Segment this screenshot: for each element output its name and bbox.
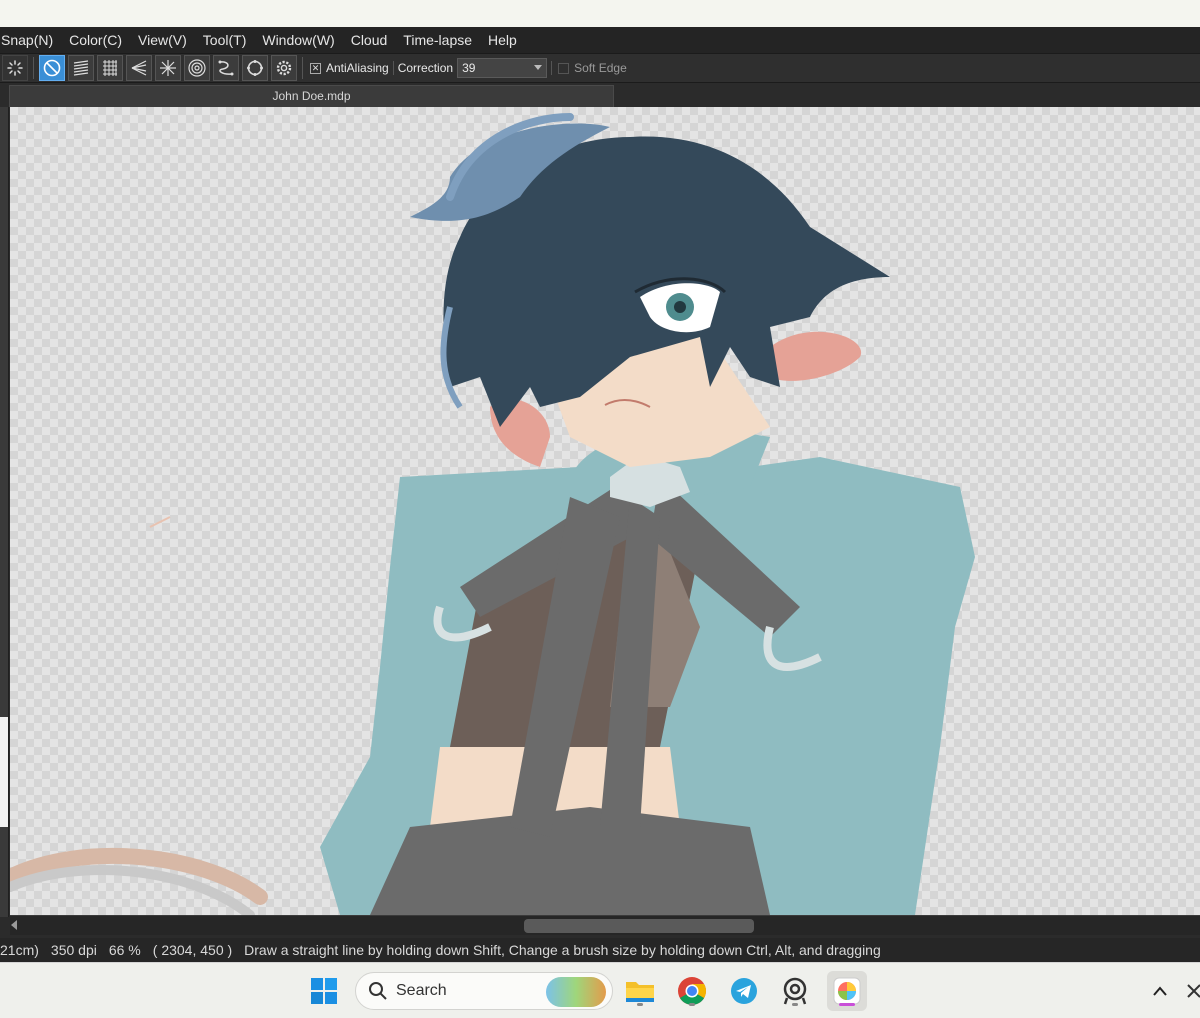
running-indicator: [689, 1003, 695, 1006]
panel-swatch: [0, 717, 8, 827]
search-highlight-image: [546, 977, 606, 1007]
search-label: Search: [396, 982, 447, 999]
menu-help[interactable]: Help: [480, 27, 525, 53]
menu-tool[interactable]: Tool(T): [195, 27, 255, 53]
windows-logo-icon: [311, 978, 337, 1004]
grid-snap-button[interactable]: [97, 55, 123, 81]
no-snap-icon: [43, 59, 61, 77]
radial-lines-icon: [160, 60, 176, 76]
correction-value: 39: [462, 61, 476, 75]
active-app-indicator: [839, 1003, 855, 1006]
toolbar-separator: [302, 57, 303, 79]
status-bar: 21cm) 350 dpi 66 % ( 2304, 450 ) Draw a …: [0, 938, 1200, 962]
parallel-snap-button[interactable]: [68, 55, 94, 81]
toolbar-separator: [551, 61, 553, 75]
circle-snap-button[interactable]: [242, 55, 268, 81]
left-panel-edge: [0, 107, 9, 917]
paint-app-icon: [833, 977, 861, 1005]
grid-icon: [103, 60, 117, 76]
curve-snap-button[interactable]: [213, 55, 239, 81]
soft-edge-label: Soft Edge: [574, 61, 627, 75]
running-indicator: [637, 1003, 643, 1006]
menu-cloud[interactable]: Cloud: [343, 27, 396, 53]
correction-label: Correction: [397, 61, 454, 75]
running-indicator: [792, 1003, 798, 1006]
antialiasing-checkbox[interactable]: ✕: [310, 62, 321, 74]
snap-off-button[interactable]: [39, 55, 65, 81]
circle-icon: [247, 60, 263, 76]
scroll-left-arrow-icon[interactable]: [11, 920, 17, 930]
toolbar-separator: [392, 61, 394, 75]
medibang-paint-button[interactable]: [827, 971, 867, 1011]
perspective-icon: [131, 60, 147, 76]
sparkle-icon: [7, 60, 23, 76]
menu-bar: Snap(N) Color(C) View(V) Tool(T) Window(…: [0, 27, 1200, 53]
antialiasing-label: AntiAliasing: [326, 61, 389, 75]
correction-dropdown[interactable]: 39: [457, 58, 548, 78]
search-icon: [369, 982, 387, 1000]
radial-snap-button[interactable]: [155, 55, 181, 81]
file-explorer-button[interactable]: [620, 971, 660, 1011]
tool-hint-text: Draw a straight line by holding down Shi…: [244, 942, 881, 958]
taskbar-search[interactable]: Search: [355, 972, 613, 1010]
chevron-down-icon: [534, 65, 543, 70]
webcam-icon: [783, 977, 807, 1005]
gear-icon: [276, 60, 292, 76]
chrome-button[interactable]: [672, 971, 712, 1011]
perspective-snap-button[interactable]: [126, 55, 152, 81]
cursor-coordinates: ( 2304, 450 ): [152, 942, 233, 958]
windows-taskbar: Search: [0, 962, 1200, 1018]
dpi-text: 350 dpi: [50, 942, 97, 958]
top-window-strip: [0, 0, 1200, 27]
snap-config-button[interactable]: [271, 55, 297, 81]
telegram-button[interactable]: [724, 971, 764, 1011]
menu-window[interactable]: Window(W): [254, 27, 342, 53]
webcam-app-button[interactable]: [775, 971, 815, 1011]
chevron-up-icon: [1153, 986, 1167, 996]
start-button[interactable]: [304, 971, 344, 1011]
paint-app-window: Snap(N) Color(C) View(V) Tool(T) Window(…: [0, 27, 1200, 962]
horizontal-scrollbar[interactable]: [10, 915, 1200, 935]
menu-color[interactable]: Color(C): [61, 27, 130, 53]
scrollbar-thumb[interactable]: [524, 919, 754, 933]
drawing-canvas[interactable]: [10, 107, 1200, 915]
screen: { "menubar": { "items": ["Snap(N)", "Col…: [0, 0, 1200, 1018]
menu-time-lapse[interactable]: Time-lapse: [395, 27, 480, 53]
document-tab[interactable]: John Doe.mdp: [9, 85, 614, 107]
menu-snap[interactable]: Snap(N): [0, 27, 61, 53]
concentric-circles-icon: [188, 59, 206, 77]
document-tab-bar: John Doe.mdp: [0, 83, 1200, 107]
soft-edge-checkbox[interactable]: [558, 62, 570, 74]
concentric-snap-button[interactable]: [184, 55, 210, 81]
artwork-illustration: [10, 113, 975, 915]
toolbar-separator: [33, 57, 34, 79]
canvas-size-text: 21cm): [0, 942, 39, 958]
curve-icon: [218, 60, 234, 76]
telegram-icon: [731, 978, 757, 1004]
network-icon[interactable]: [1186, 983, 1200, 999]
snap-settings-button[interactable]: [2, 55, 28, 81]
show-hidden-icons-button[interactable]: [1140, 971, 1180, 1011]
chrome-icon: [678, 977, 706, 1005]
folder-icon: [626, 982, 654, 1002]
parallel-lines-icon: [73, 60, 89, 76]
zoom-text: 66 %: [108, 942, 141, 958]
menu-view[interactable]: View(V): [130, 27, 195, 53]
snap-toolbar: ✕ AntiAliasing Correction 39 Soft Edge: [0, 53, 1200, 83]
